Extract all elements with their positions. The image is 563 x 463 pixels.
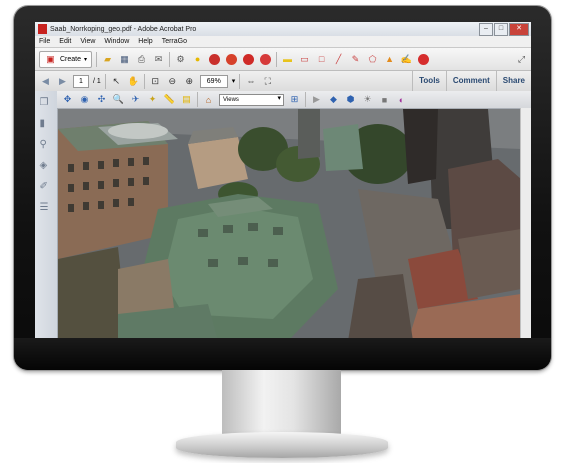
walk-icon[interactable]: ✈ xyxy=(129,93,142,106)
menu-terrago[interactable]: TerraGo xyxy=(162,38,187,45)
3d-toolbar: ✥ ◉ ✣ 🔍 ✈ ✦ 📏 ▤ ⌂ Views ⊞ ▶ ◆ ⬢ ☀ ■ ◐ xyxy=(57,91,531,109)
menu-view[interactable]: View xyxy=(80,38,95,45)
create-button[interactable]: ▣ Create ▾ xyxy=(39,50,93,68)
task-pane-links: Tools Comment Share xyxy=(412,71,531,91)
bookmarks-icon[interactable]: ▮ xyxy=(40,118,53,131)
open-folder-icon[interactable]: ▰ xyxy=(101,53,114,66)
share-tab[interactable]: Share xyxy=(495,71,531,91)
highlight-icon[interactable]: ▭ xyxy=(298,53,311,66)
expand-icon[interactable]: ⤢ xyxy=(515,53,528,66)
measure-icon[interactable] xyxy=(225,53,238,66)
rotate-icon[interactable]: ✥ xyxy=(61,93,74,106)
signatures-icon[interactable]: ✐ xyxy=(40,181,53,194)
spin-icon[interactable]: ◉ xyxy=(78,93,91,106)
play-animation-icon[interactable]: ▶ xyxy=(310,93,323,106)
email-icon[interactable]: ✉ xyxy=(152,53,165,66)
zoom-in-icon[interactable]: ⊕ xyxy=(183,75,196,88)
comment-tab[interactable]: Comment xyxy=(445,71,496,91)
fly-icon[interactable]: ✦ xyxy=(146,93,159,106)
page-total: / 1 xyxy=(93,77,101,85)
zoom-3d-icon[interactable]: 🔍 xyxy=(112,93,125,106)
projection-icon[interactable]: ◆ xyxy=(327,93,340,106)
lighting-icon[interactable]: ☀ xyxy=(361,93,374,106)
toolbar-divider xyxy=(239,73,241,89)
views-dropdown[interactable]: Views xyxy=(219,93,284,106)
menu-file[interactable]: File xyxy=(39,38,50,45)
cross-section-icon[interactable]: ◐ xyxy=(395,93,408,106)
toolbar-divider xyxy=(169,51,171,67)
window-controls: – □ ✕ xyxy=(479,23,529,36)
navigation-toolbar: ◀ ▶ 1 / 1 ↖ ✋ ⊡ ⊖ ⊕ 69% ▾ ⇔ ⛶ Tools Comm… xyxy=(35,71,531,92)
settings-gear-icon[interactable]: ⚙ xyxy=(174,53,187,66)
attachments-icon[interactable]: ⚲ xyxy=(40,139,53,152)
fit-width-icon[interactable]: ⇔ xyxy=(244,75,257,88)
no-entry-icon[interactable] xyxy=(417,53,430,66)
record-icon[interactable] xyxy=(259,53,272,66)
vertical-scrollbar[interactable] xyxy=(520,108,531,341)
layers-icon[interactable]: ◈ xyxy=(40,160,53,173)
toolbar-divider xyxy=(276,51,278,67)
stop-icon[interactable] xyxy=(242,53,255,66)
monitor-stand-base xyxy=(176,432,388,458)
zoom-dropdown-icon[interactable]: ▾ xyxy=(232,77,236,85)
tools-tab[interactable]: Tools xyxy=(412,71,446,91)
create-pdf-icon: ▣ xyxy=(46,53,55,64)
menu-bar: File Edit View Window Help TerraGo xyxy=(35,36,531,48)
rectangle-icon[interactable]: □ xyxy=(315,53,328,66)
fit-page-icon[interactable]: ⛶ xyxy=(261,75,274,88)
save-icon[interactable]: ▦ xyxy=(118,53,131,66)
home-view-icon[interactable]: ⌂ xyxy=(202,93,215,106)
polygon-icon[interactable]: ⬠ xyxy=(366,53,379,66)
background-color-icon[interactable]: ■ xyxy=(378,93,391,106)
toolbar-divider xyxy=(197,92,198,107)
toolbar-divider xyxy=(96,51,98,67)
maximize-button[interactable]: □ xyxy=(494,23,508,36)
window-title: Saab_Norrkoping_geo.pdf - Adobe Acrobat … xyxy=(50,25,197,33)
model-tree-icon[interactable]: ☰ xyxy=(40,202,53,215)
select-cursor-icon[interactable]: ↖ xyxy=(110,75,123,88)
monitor-chin xyxy=(14,338,551,370)
navigation-pane: ❐ ▮ ⚲ ◈ ✐ ☰ xyxy=(35,91,58,341)
render-mode-icon[interactable]: ⬢ xyxy=(344,93,357,106)
acrobat-window: Saab_Norrkoping_geo.pdf - Adobe Acrobat … xyxy=(35,22,531,341)
toolbar-divider xyxy=(305,92,306,107)
menu-window[interactable]: Window xyxy=(104,38,129,45)
document-area: ❐ ▮ ⚲ ◈ ✐ ☰ ✥ ◉ ✣ 🔍 ✈ ✦ 📏 ▤ ⌂ Views ⊞ ▶ … xyxy=(35,91,531,341)
create-label: Create xyxy=(60,55,82,63)
title-bar: Saab_Norrkoping_geo.pdf - Adobe Acrobat … xyxy=(35,22,531,36)
toolbar-divider xyxy=(143,73,145,89)
measure-3d-icon[interactable]: 📏 xyxy=(163,93,176,106)
zoom-marquee-icon[interactable]: ⊡ xyxy=(149,75,162,88)
close-button[interactable]: ✕ xyxy=(509,23,529,36)
next-page-icon[interactable]: ▶ xyxy=(56,75,69,88)
comment-3d-icon[interactable]: ▤ xyxy=(180,93,193,106)
sign-icon[interactable]: ✍ xyxy=(400,53,413,66)
monitor-stand-neck xyxy=(222,370,341,440)
main-toolbar: ▣ Create ▾ ▰ ▦ ⎙ ✉ ⚙ ● ▬ ▭ □ ╱ ✎ ⬠ ▲ ✍ ⤢ xyxy=(35,48,531,71)
previous-page-icon[interactable]: ◀ xyxy=(39,75,52,88)
3d-city-model[interactable] xyxy=(58,109,521,341)
print-icon[interactable]: ⎙ xyxy=(135,53,148,66)
model-tree-toggle-icon[interactable]: ⊞ xyxy=(288,93,301,106)
toolbar-divider xyxy=(104,73,106,89)
minimize-button[interactable]: – xyxy=(479,23,493,36)
menu-edit[interactable]: Edit xyxy=(59,38,71,45)
pencil-icon[interactable]: ✎ xyxy=(349,53,362,66)
sticky-note-icon[interactable]: ▬ xyxy=(281,53,294,66)
pan-icon[interactable]: ✣ xyxy=(95,93,108,106)
chevron-down-icon: ▾ xyxy=(84,56,88,63)
pdf-file-icon xyxy=(38,24,47,34)
comment-bubble-icon[interactable]: ● xyxy=(191,53,204,66)
page-number-input[interactable]: 1 xyxy=(73,74,89,88)
zoom-level-input[interactable]: 69% xyxy=(199,74,228,88)
hand-tool-icon[interactable]: ✋ xyxy=(127,75,140,88)
pages-icon[interactable]: ❐ xyxy=(40,97,53,110)
zoom-out-icon[interactable]: ⊖ xyxy=(166,75,179,88)
line-icon[interactable]: ╱ xyxy=(332,53,345,66)
menu-help[interactable]: Help xyxy=(138,38,152,45)
globe-icon[interactable] xyxy=(208,53,221,66)
stamp-icon[interactable]: ▲ xyxy=(383,53,396,66)
